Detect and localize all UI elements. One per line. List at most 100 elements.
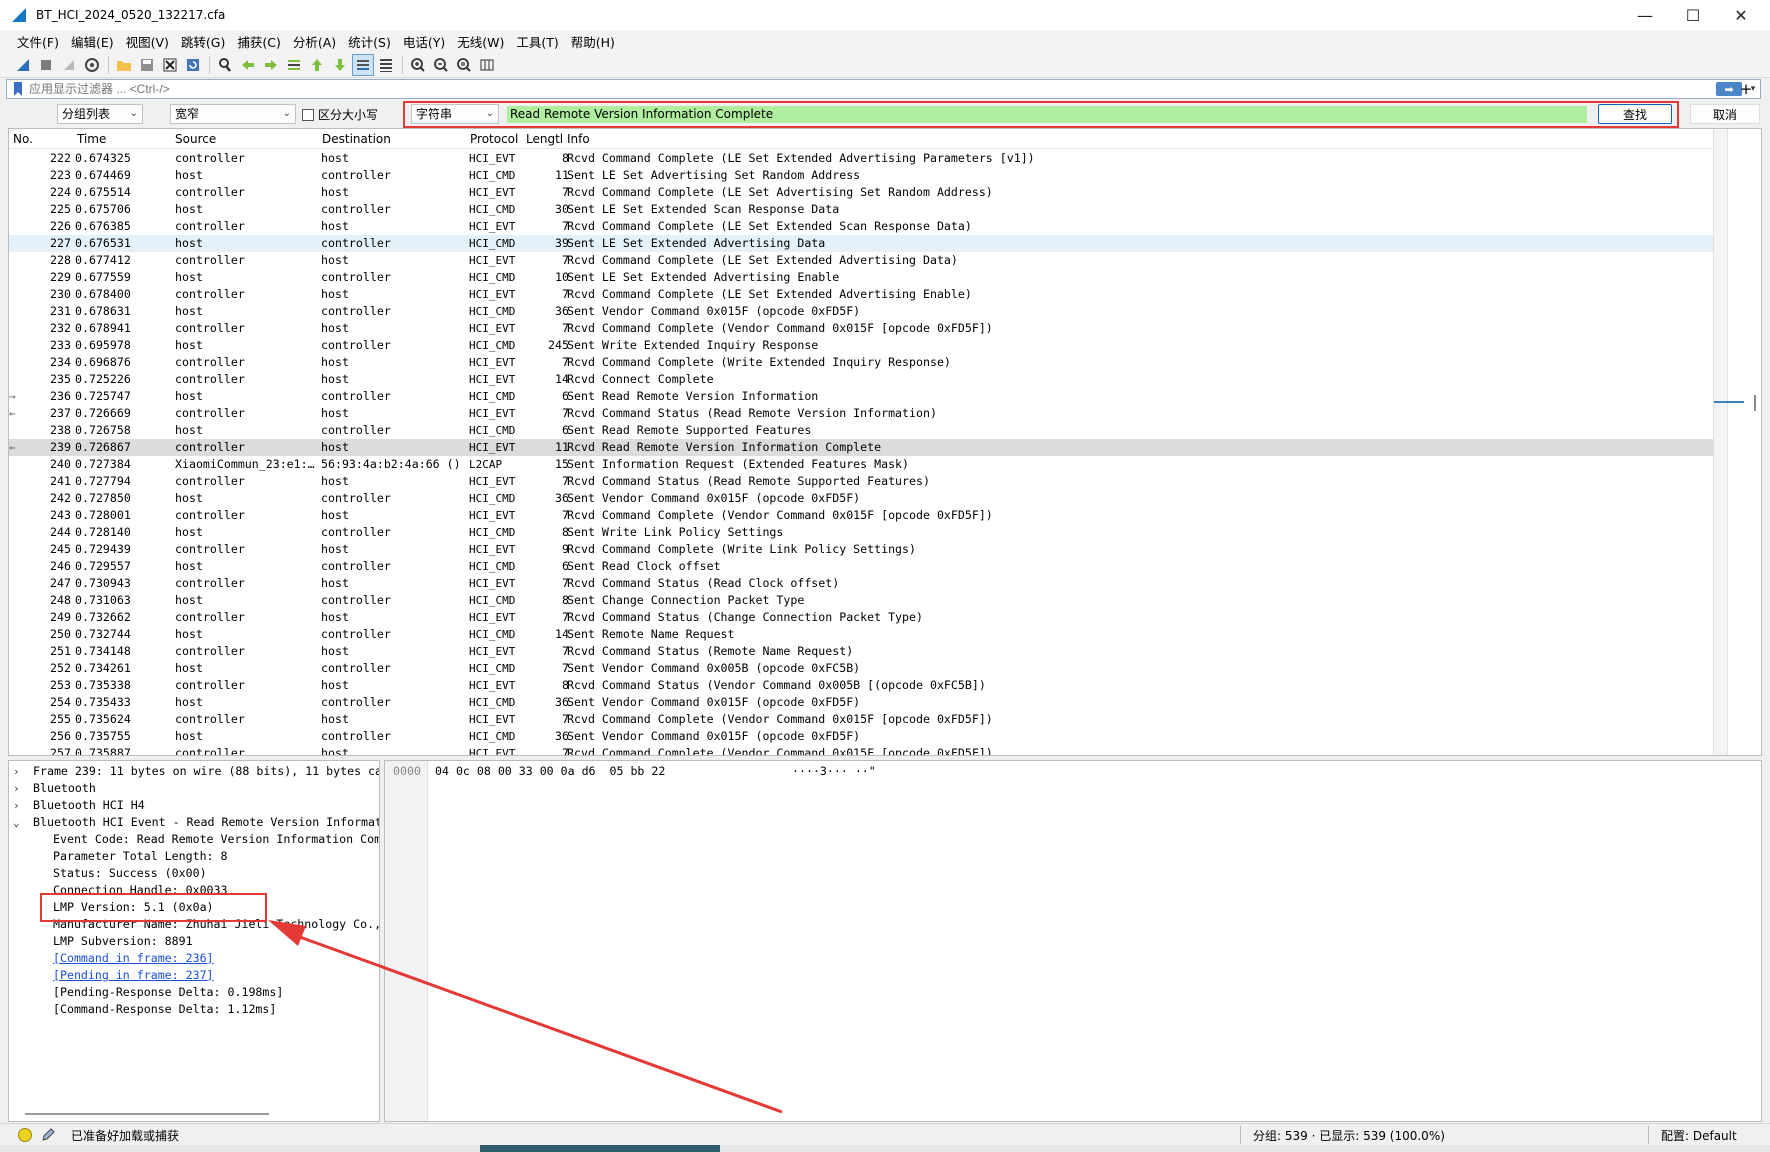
hex-ascii[interactable]: ····3··· ··" xyxy=(792,764,876,778)
checkbox-box[interactable] xyxy=(302,108,314,121)
column-info[interactable]: Info xyxy=(567,132,590,146)
packet-row[interactable]: 235 0.725226 controller host HCI_EVT 14 Rcvd C… xyxy=(9,371,1713,388)
packet-row[interactable]: 229 0.677559 host controller HCI_CMD 10 Sent L… xyxy=(9,269,1713,286)
packet-row[interactable]: 240 0.727384 XiaomiCommun_23:e1:… 56:93:4a:… xyxy=(9,456,1713,473)
packet-row[interactable]: 245 0.729439 controller host HCI_EVT 9 Rcvd Co… xyxy=(9,541,1713,558)
packet-row[interactable]: 247 0.730943 controller host HCI_EVT 7 Rcvd Co… xyxy=(9,575,1713,592)
packet-row[interactable]: 242 0.727850 host controller HCI_CMD 36 Sent V… xyxy=(9,490,1713,507)
detail-tree-item[interactable]: [Pending-Response Delta: 0.198ms] xyxy=(9,984,379,1001)
packet-row[interactable]: 232 0.678941 controller host HCI_EVT 7 Rcvd Co… xyxy=(9,320,1713,337)
details-horizontal-scrollbar[interactable] xyxy=(25,1113,269,1115)
case-sensitive-checkbox[interactable]: 区分大小写 xyxy=(302,106,378,123)
restart-icon[interactable] xyxy=(58,54,80,76)
display-filter-input[interactable] xyxy=(25,80,1716,98)
detail-tree-item[interactable]: LMP Subversion: 8891 xyxy=(9,933,379,950)
save-file-icon[interactable] xyxy=(136,54,158,76)
expert-info-led-icon[interactable] xyxy=(18,1128,32,1142)
packet-row[interactable]: ← 237 0.726669 controller host HCI_EVT 7 Rcvd C… xyxy=(9,405,1713,422)
packet-row[interactable]: 244 0.728140 host controller HCI_CMD 8 Sent Wr… xyxy=(9,524,1713,541)
capture-comment-icon[interactable] xyxy=(40,1127,56,1143)
column-length[interactable]: Lengtl xyxy=(526,132,562,146)
packet-row[interactable]: 234 0.696876 controller host HCI_EVT 7 Rcvd Co… xyxy=(9,354,1713,371)
go-first-icon[interactable] xyxy=(306,54,328,76)
packet-row[interactable]: 246 0.729557 host controller HCI_CMD 6 Sent Re… xyxy=(9,558,1713,575)
detail-tree-item[interactable]: LMP Version: 5.1 (0x0a) xyxy=(9,899,379,916)
chevron-right-icon[interactable]: › xyxy=(13,780,25,797)
packet-row[interactable]: 225 0.675706 host controller HCI_CMD 30 Sent L… xyxy=(9,201,1713,218)
packet-row[interactable]: 222 0.674325 controller host HCI_EVT 8 Rcvd Co… xyxy=(9,150,1713,167)
menu-edit[interactable]: 编辑(E) xyxy=(68,32,123,51)
column-no[interactable]: No. xyxy=(13,132,33,146)
detail-tree-item[interactable]: ⌄ Bluetooth HCI Event - Read Remote Versi… xyxy=(9,814,379,831)
shark-fin-start-icon[interactable] xyxy=(12,54,34,76)
detail-tree-item[interactable]: [Command in frame: 236] xyxy=(9,950,379,967)
packet-row[interactable]: 241 0.727794 controller host HCI_EVT 7 Rcvd Co… xyxy=(9,473,1713,490)
zoom-out-icon[interactable] xyxy=(430,54,452,76)
packet-row[interactable]: 243 0.728001 controller host HCI_EVT 7 Rcvd Co… xyxy=(9,507,1713,524)
scrollbar-thumb[interactable] xyxy=(1754,395,1756,411)
scrollbar-track[interactable] xyxy=(1714,129,1728,755)
go-back-icon[interactable] xyxy=(237,54,259,76)
search-type-select[interactable]: 字符串 ⌄ xyxy=(411,104,499,124)
detail-tree-item[interactable]: [Command-Response Delta: 1.12ms] xyxy=(9,1001,379,1018)
packet-row[interactable]: 255 0.735624 controller host HCI_EVT 7 Rcvd Co… xyxy=(9,711,1713,728)
stop-icon[interactable] xyxy=(35,54,57,76)
menu-file[interactable]: 文件(F) xyxy=(14,32,68,51)
search-in-select[interactable]: 分组列表 ⌄ xyxy=(57,104,143,124)
bookmark-icon[interactable] xyxy=(11,81,25,97)
options-gear-icon[interactable] xyxy=(81,54,103,76)
packet-row[interactable]: 226 0.676385 controller host HCI_EVT 7 Rcvd Co… xyxy=(9,218,1713,235)
packet-row[interactable]: 257 0.735887 controller host HCI_EVT 7 Rcvd Co… xyxy=(9,745,1713,755)
detail-tree-item[interactable]: Connection Handle: 0x0033 xyxy=(9,882,379,899)
zoom-normal-icon[interactable] xyxy=(453,54,475,76)
detail-tree-item[interactable]: Event Code: Read Remote Version Informat… xyxy=(9,831,379,848)
colorize-icon[interactable] xyxy=(375,54,397,76)
maximize-button[interactable]: ☐ xyxy=(1670,0,1716,30)
column-protocol[interactable]: Protocol xyxy=(470,132,518,146)
find-button[interactable]: 查找 xyxy=(1598,104,1672,124)
detail-tree-item[interactable]: Status: Success (0x00) xyxy=(9,865,379,882)
go-forward-icon[interactable] xyxy=(260,54,282,76)
close-file-icon[interactable] xyxy=(159,54,181,76)
cancel-button[interactable]: 取消 xyxy=(1690,104,1760,124)
column-destination[interactable]: Destination xyxy=(322,132,391,146)
packet-row[interactable]: 233 0.695978 host controller HCI_CMD 245 Sent … xyxy=(9,337,1713,354)
close-button[interactable]: ✕ xyxy=(1718,0,1764,30)
hex-bytes[interactable]: 04 0c 08 00 33 00 0a d6 05 bb 22 xyxy=(435,764,665,778)
menu-statistics[interactable]: 统计(S) xyxy=(345,32,400,51)
menu-analyze[interactable]: 分析(A) xyxy=(290,32,345,51)
autoscroll-icon[interactable] xyxy=(352,53,374,76)
packet-row[interactable]: 227 0.676531 host controller HCI_CMD 39 Sent L… xyxy=(9,235,1713,252)
char-width-select[interactable]: 宽窄 ⌄ xyxy=(170,104,296,124)
detail-tree-item[interactable]: › Bluetooth xyxy=(9,780,379,797)
menu-wireless[interactable]: 无线(W) xyxy=(454,32,513,51)
packet-row[interactable]: 238 0.726758 host controller HCI_CMD 6 Sent Re… xyxy=(9,422,1713,439)
menu-view[interactable]: 视图(V) xyxy=(123,32,178,51)
packet-row[interactable]: 231 0.678631 host controller HCI_CMD 36 Sent V… xyxy=(9,303,1713,320)
reload-icon[interactable] xyxy=(182,54,204,76)
menu-telephony[interactable]: 电话(Y) xyxy=(400,32,454,51)
packet-row[interactable]: 256 0.735755 host controller HCI_CMD 36 Sent V… xyxy=(9,728,1713,745)
frame-link[interactable]: [Pending in frame: 237] xyxy=(53,967,214,984)
packet-row[interactable]: 251 0.734148 controller host HCI_EVT 7 Rcvd Co… xyxy=(9,643,1713,660)
menu-help[interactable]: 帮助(H) xyxy=(568,32,624,51)
find-magnifier-icon[interactable] xyxy=(214,54,236,76)
packet-row[interactable]: 249 0.732662 controller host HCI_EVT 7 Rcvd Co… xyxy=(9,609,1713,626)
menu-go[interactable]: 跳转(G) xyxy=(178,32,234,51)
packet-row[interactable]: → 236 0.725747 host controller HCI_CMD 6 Sent R… xyxy=(9,388,1713,405)
menu-capture[interactable]: 捕获(C) xyxy=(234,32,289,51)
detail-tree-item[interactable]: Manufacturer Name: Zhuhai Jieli Technolo… xyxy=(9,916,379,933)
search-string-input[interactable]: Read Remote Version Information Complete xyxy=(507,106,1587,123)
go-to-packet-icon[interactable] xyxy=(283,54,305,76)
detail-tree-item[interactable]: [Pending in frame: 237] xyxy=(9,967,379,984)
packet-list-scrollbar[interactable] xyxy=(1713,129,1761,755)
menu-tools[interactable]: 工具(T) xyxy=(513,32,567,51)
packet-row[interactable]: 228 0.677412 controller host HCI_EVT 7 Rcvd Co… xyxy=(9,252,1713,269)
packet-row[interactable]: 253 0.735338 controller host HCI_EVT 8 Rcvd Co… xyxy=(9,677,1713,694)
packet-row[interactable]: 224 0.675514 controller host HCI_EVT 7 Rcvd Co… xyxy=(9,184,1713,201)
detail-tree-item[interactable]: Parameter Total Length: 8 xyxy=(9,848,379,865)
detail-tree-item[interactable]: › Bluetooth HCI H4 xyxy=(9,797,379,814)
go-last-icon[interactable] xyxy=(329,54,351,76)
packet-row[interactable]: 230 0.678400 controller host HCI_EVT 7 Rcvd Co… xyxy=(9,286,1713,303)
packet-row[interactable]: ← 239 0.726867 controller host HCI_EVT 11 Rcvd … xyxy=(9,439,1713,456)
